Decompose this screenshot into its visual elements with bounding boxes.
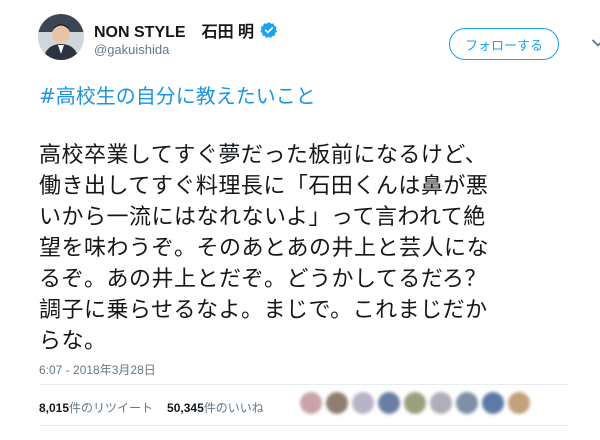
tweet-line: るぞ。あの井上とだぞ。どうかしてるだろ？ [39,267,488,292]
like-label: 件のいいね [203,401,264,415]
liker-avatar[interactable] [404,392,426,414]
divider [39,425,569,426]
liker-avatar[interactable] [430,392,452,414]
hashtag-link[interactable]: #高校生の自分に教えたいこと [39,80,316,109]
tweet-line: いから一流にはなれないよ」って言われて絶 [39,205,486,230]
liker-avatar[interactable] [352,392,374,414]
tweet-line: らな。 [39,329,107,354]
liker-avatar[interactable] [326,392,348,414]
avatar[interactable] [38,14,84,60]
retweet-label: 件のリツイート [69,401,154,415]
liker-avatar[interactable] [456,392,478,414]
tweet-line: 望を味わうぞ。そのあとあの井上と芸人にな [39,236,490,261]
chevron-down-icon[interactable] [590,35,600,51]
divider [39,384,569,385]
retweet-stat[interactable]: 8,015件のリツイート [39,399,153,416]
retweet-count: 8,015 [39,401,70,415]
display-name[interactable]: NON STYLE 石田 明 [94,18,254,42]
tweet-header: NON STYLE 石田 明 @gakuishida フォローする [38,14,600,66]
liker-avatars [300,392,534,414]
like-stat[interactable]: 50,345件のいいね [167,399,264,416]
user-handle[interactable]: @gakuishida [94,42,169,57]
liker-avatar[interactable] [508,392,530,414]
liker-avatar[interactable] [482,392,504,414]
tweet-line: 働き出してすぐ料理長に「石田くんは鼻が悪 [39,174,489,199]
liker-avatar[interactable] [378,392,400,414]
tweet-line: 高校卒業してすぐ夢だった板前になるけど、 [39,143,488,168]
tweet-stats: 8,015件のリツイート 50,345件のいいね [39,399,278,416]
name-line: NON STYLE 石田 明 [94,18,278,42]
liker-avatar[interactable] [300,392,322,414]
tweet-timestamp[interactable]: 6:07 - 2018年3月28日 [39,361,156,378]
tweet-text: 高校卒業してすぐ夢だった板前になるけど、 働き出してすぐ料理長に「石田くんは鼻が… [39,140,564,357]
tweet-line: 調子に乗らせるなよ。まじで。これまじだか [39,298,488,323]
verified-badge-icon [260,22,278,38]
avatar-image [38,14,84,60]
follow-button[interactable]: フォローする [449,28,559,60]
like-count: 50,345 [167,401,204,415]
